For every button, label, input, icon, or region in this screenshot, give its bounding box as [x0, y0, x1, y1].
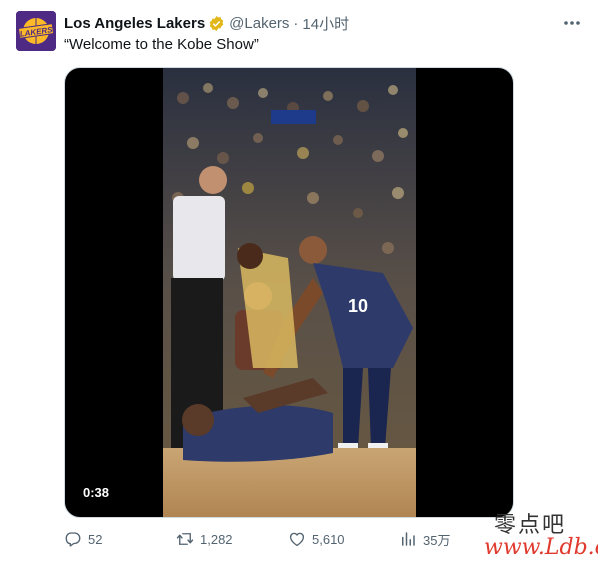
retweet-button[interactable]: 1,282 — [176, 528, 233, 550]
more-options-icon — [564, 21, 580, 25]
display-name[interactable]: Los Angeles Lakers — [64, 15, 205, 32]
like-count: 5,610 — [312, 531, 345, 547]
views-button[interactable]: 35万 — [399, 528, 450, 550]
video-duration: 0:38 — [77, 482, 116, 504]
timestamp[interactable]: 14小时 — [302, 13, 349, 34]
avatar[interactable]: LAKERS — [16, 11, 56, 51]
reply-button[interactable]: 52 — [64, 528, 102, 550]
tweet-actions: 52 1,282 5,610 35万 — [64, 528, 524, 550]
more-options-button[interactable] — [558, 12, 586, 34]
retweet-icon — [176, 533, 194, 545]
views-count: 35万 — [423, 532, 451, 548]
watermark: 零点吧 www.Ldb.cc — [478, 507, 598, 561]
watermark-url: www.Ldb.cc — [484, 535, 598, 560]
tweet-text: “Welcome to the Kobe Show” — [64, 36, 259, 53]
separator-dot: · — [293, 14, 299, 32]
like-icon — [289, 532, 305, 547]
like-button[interactable]: 5,610 — [288, 528, 345, 550]
reply-count: 52 — [88, 531, 103, 547]
views-icon — [402, 532, 415, 546]
tweet: LAKERS Los Angeles Lakers @Lakers · 14小时… — [0, 0, 598, 561]
lakers-logo-icon: LAKERS — [16, 11, 56, 51]
tweet-header: Los Angeles Lakers @Lakers · 14小时 — [64, 13, 349, 33]
verified-badge-icon — [209, 15, 224, 31]
retweet-count: 1,282 — [200, 531, 233, 547]
svg-text:10: 10 — [348, 296, 368, 316]
video-player[interactable]: 10 0:38 — [64, 67, 514, 518]
video-frame[interactable]: 10 — [163, 68, 416, 517]
video-thumbnail: 10 — [163, 68, 416, 517]
reply-icon — [65, 532, 81, 547]
user-handle[interactable]: @Lakers — [229, 15, 289, 32]
